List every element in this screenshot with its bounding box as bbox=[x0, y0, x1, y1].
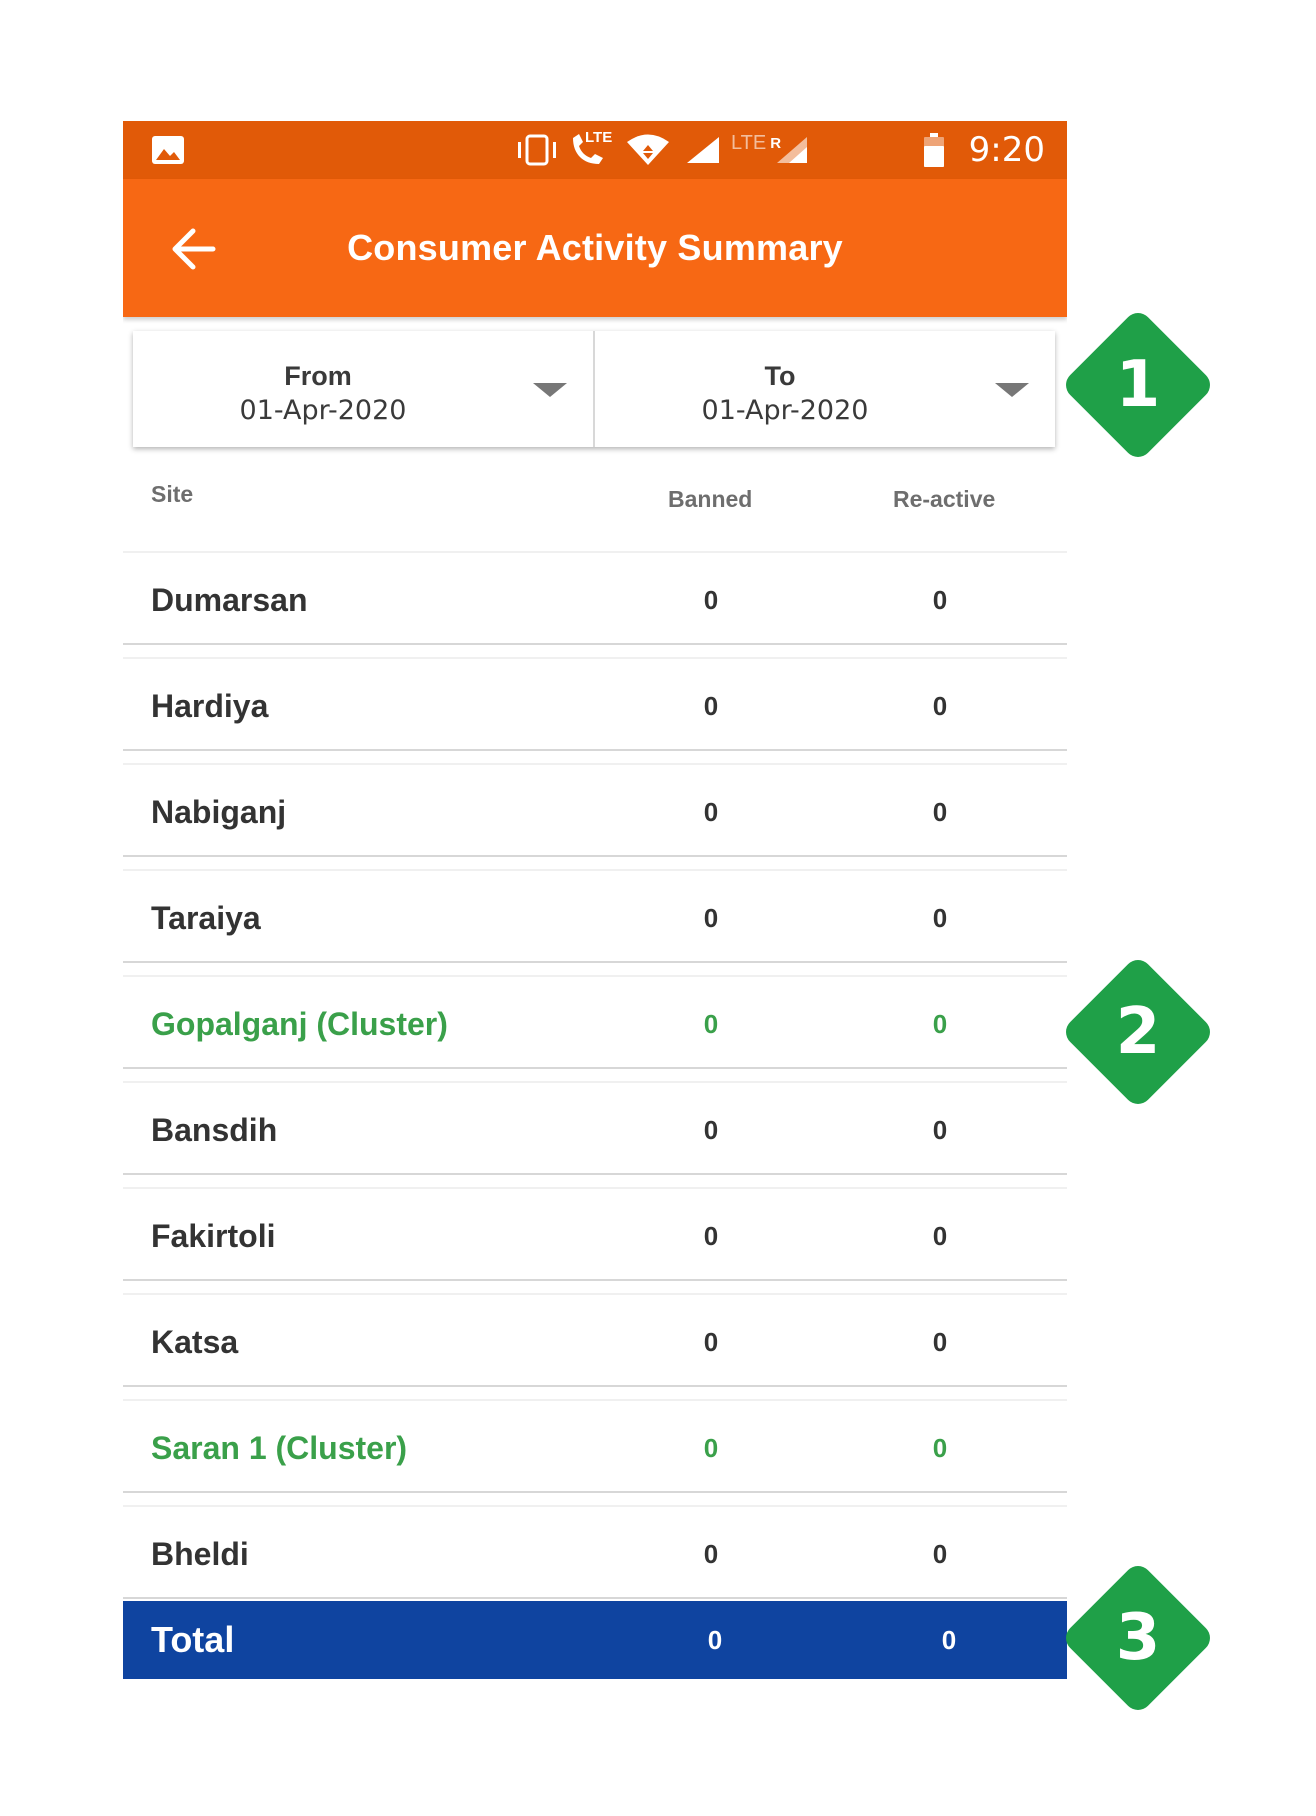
site-name: Bansdih bbox=[151, 1112, 278, 1148]
total-reactive-count: 0 bbox=[941, 1625, 957, 1655]
callout-number: 2 bbox=[1115, 995, 1161, 1069]
callout-number: 3 bbox=[1115, 1601, 1161, 1675]
reactive-count: 0 bbox=[932, 1115, 948, 1145]
site-name: Taraiya bbox=[151, 900, 261, 936]
wifi-icon bbox=[625, 121, 671, 179]
banned-count: 0 bbox=[703, 585, 719, 615]
from-label: From bbox=[284, 361, 352, 391]
image-icon bbox=[151, 121, 185, 179]
to-date-picker[interactable]: To 01-Apr-2020 bbox=[593, 331, 1055, 447]
table-row[interactable]: Bheldi 0 0 bbox=[123, 1505, 1067, 1599]
to-label: To bbox=[764, 361, 796, 391]
table-row[interactable]: Fakirtoli 0 0 bbox=[123, 1187, 1067, 1281]
total-label: Total bbox=[151, 1619, 235, 1660]
chevron-down-icon[interactable] bbox=[995, 383, 1029, 397]
total-row: Total 0 0 bbox=[123, 1601, 1067, 1679]
battery-icon bbox=[923, 121, 945, 179]
reactive-count: 0 bbox=[932, 1327, 948, 1357]
lte-call-icon: LTE bbox=[567, 121, 619, 179]
lte-roaming-signal-icon: LTE R bbox=[731, 121, 809, 179]
banned-count: 0 bbox=[703, 1433, 719, 1463]
table-row[interactable]: Dumarsan 0 0 bbox=[123, 551, 1067, 645]
from-date-value: 01-Apr-2020 bbox=[239, 395, 407, 426]
table-row-cluster[interactable]: Saran 1 (Cluster) 0 0 bbox=[123, 1399, 1067, 1493]
callout-badge-3: 3 bbox=[1060, 1560, 1216, 1716]
app-bar: Consumer Activity Summary bbox=[123, 179, 1067, 317]
reactive-count: 0 bbox=[932, 1539, 948, 1569]
signal-icon bbox=[685, 121, 721, 179]
date-filter-card: From 01-Apr-2020 To 01-Apr-2020 bbox=[133, 331, 1055, 447]
banned-count: 0 bbox=[703, 797, 719, 827]
callout-badge-1: 1 bbox=[1060, 307, 1216, 463]
reactive-count: 0 bbox=[932, 797, 948, 827]
site-name: Dumarsan bbox=[151, 582, 308, 618]
column-header-reactive: Re-active bbox=[893, 486, 996, 512]
vibrate-icon bbox=[515, 121, 559, 179]
site-name: Bheldi bbox=[151, 1536, 249, 1572]
banned-count: 0 bbox=[703, 1539, 719, 1569]
reactive-count: 0 bbox=[932, 1433, 948, 1463]
table-row[interactable]: Nabiganj 0 0 bbox=[123, 763, 1067, 857]
table-row[interactable]: Katsa 0 0 bbox=[123, 1293, 1067, 1387]
site-name: Fakirtoli bbox=[151, 1218, 276, 1254]
table-row[interactable]: Taraiya 0 0 bbox=[123, 869, 1067, 963]
reactive-count: 0 bbox=[932, 691, 948, 721]
site-name: Saran 1 (Cluster) bbox=[151, 1430, 408, 1466]
lte-label: LTE bbox=[585, 129, 613, 146]
table-row[interactable]: Hardiya 0 0 bbox=[123, 657, 1067, 751]
column-header-banned: Banned bbox=[668, 486, 753, 512]
phone-screen: LTE LTE R 9:20 Consumer Activity Summary… bbox=[123, 121, 1067, 1679]
table-row[interactable]: Bansdih 0 0 bbox=[123, 1081, 1067, 1175]
banned-count: 0 bbox=[703, 1221, 719, 1251]
callout-number: 1 bbox=[1115, 348, 1161, 422]
page-title: Consumer Activity Summary bbox=[347, 227, 843, 268]
reactive-count: 0 bbox=[932, 1221, 948, 1251]
table-row-cluster[interactable]: Gopalganj (Cluster) 0 0 bbox=[123, 975, 1067, 1069]
banned-count: 0 bbox=[703, 903, 719, 933]
site-name: Nabiganj bbox=[151, 794, 287, 830]
reactive-count: 0 bbox=[932, 1009, 948, 1039]
banned-count: 0 bbox=[703, 1009, 719, 1039]
site-name: Katsa bbox=[151, 1324, 239, 1360]
callout-badge-2: 2 bbox=[1060, 954, 1216, 1110]
to-date-value: 01-Apr-2020 bbox=[701, 395, 869, 426]
chevron-down-icon[interactable] bbox=[533, 383, 567, 397]
banned-count: 0 bbox=[703, 1115, 719, 1145]
banned-count: 0 bbox=[703, 691, 719, 721]
banned-count: 0 bbox=[703, 1327, 719, 1357]
lte-roaming-label: LTE bbox=[731, 131, 767, 154]
site-name: Gopalganj (Cluster) bbox=[151, 1006, 448, 1042]
total-banned-count: 0 bbox=[707, 1625, 723, 1655]
reactive-count: 0 bbox=[932, 585, 948, 615]
from-date-picker[interactable]: From 01-Apr-2020 bbox=[133, 331, 593, 447]
reactive-count: 0 bbox=[932, 903, 948, 933]
status-time: 9:20 bbox=[968, 130, 1045, 170]
site-name: Hardiya bbox=[151, 688, 269, 724]
column-header-site: Site bbox=[151, 481, 194, 507]
site-list: Dumarsan 0 0 Hardiya 0 0 Nabiganj 0 0 Ta… bbox=[123, 551, 1067, 1611]
status-bar: LTE LTE R 9:20 bbox=[123, 121, 1067, 179]
